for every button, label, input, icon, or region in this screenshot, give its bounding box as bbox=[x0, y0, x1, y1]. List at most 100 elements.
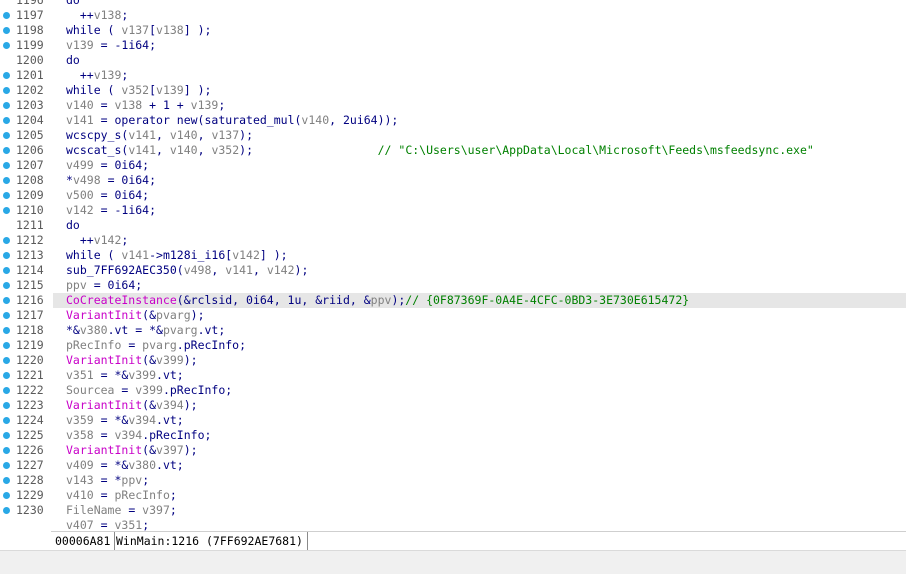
code-text[interactable]: , 2ui64)); bbox=[329, 113, 398, 127]
code-line[interactable]: do bbox=[53, 0, 906, 8]
code-text[interactable]: ; bbox=[142, 518, 149, 531]
code-text[interactable]: ); bbox=[184, 398, 198, 412]
code-variable[interactable]: v359 bbox=[66, 413, 94, 427]
line-gutter[interactable]: 1220 bbox=[0, 353, 50, 368]
line-gutter[interactable]: 1224 bbox=[0, 413, 50, 428]
code-text[interactable]: .pRecInfo; bbox=[142, 428, 211, 442]
line-gutter[interactable]: 1213 bbox=[0, 248, 50, 263]
breakpoint-dot-icon[interactable] bbox=[3, 252, 10, 259]
breakpoint-dot-icon[interactable] bbox=[3, 117, 10, 124]
line-gutter[interactable]: 1225 bbox=[0, 428, 50, 443]
code-text[interactable]: ); bbox=[295, 263, 309, 277]
code-text[interactable]: = bbox=[94, 98, 115, 112]
breakpoint-dot-icon[interactable] bbox=[3, 477, 10, 484]
code-function[interactable]: VariantInit bbox=[66, 308, 142, 322]
breakpoint-dot-icon[interactable] bbox=[3, 27, 10, 34]
code-text[interactable]: ] ); bbox=[260, 248, 288, 262]
code-variable[interactable]: v351 bbox=[114, 518, 142, 531]
code-text[interactable]: ++ bbox=[66, 68, 94, 82]
code-text[interactable]: = bbox=[94, 488, 115, 502]
code-text[interactable]: = 0i64; bbox=[101, 173, 156, 187]
code-line[interactable]: while ( v352[v139] ); bbox=[53, 83, 906, 98]
code-text[interactable]: = *& bbox=[94, 458, 129, 472]
breakpoint-dot-icon[interactable] bbox=[3, 72, 10, 79]
breakpoint-dot-icon[interactable] bbox=[3, 507, 10, 514]
code-text[interactable]: do bbox=[66, 0, 80, 7]
breakpoint-dot-icon[interactable] bbox=[3, 87, 10, 94]
breakpoint-dot-icon[interactable] bbox=[3, 312, 10, 319]
code-line-current[interactable]: CoCreateInstance(&rclsid, 0i64, 1u, &rii… bbox=[53, 293, 906, 308]
code-text[interactable]: while ( bbox=[66, 23, 121, 37]
code-text[interactable]: = 0i64; bbox=[87, 278, 142, 292]
code-text[interactable]: , bbox=[198, 128, 212, 142]
code-text[interactable]: ; bbox=[170, 488, 177, 502]
code-variable[interactable]: v140 bbox=[301, 113, 329, 127]
code-text[interactable]: wcscat_s( bbox=[66, 143, 128, 157]
code-line[interactable]: v351 = *&v399.vt; bbox=[53, 368, 906, 383]
code-variable[interactable]: v140 bbox=[170, 143, 198, 157]
code-variable[interactable]: v142 bbox=[66, 203, 94, 217]
code-text[interactable]: ); bbox=[239, 128, 253, 142]
code-variable[interactable]: ppv bbox=[121, 473, 142, 487]
breakpoint-dot-icon[interactable] bbox=[3, 492, 10, 499]
line-gutter[interactable]: 1221 bbox=[0, 368, 50, 383]
code-text[interactable]: [ bbox=[149, 23, 156, 37]
code-text[interactable]: ] ); bbox=[184, 83, 212, 97]
code-text[interactable]: .vt; bbox=[156, 368, 184, 382]
line-gutter[interactable]: 1199 bbox=[0, 38, 50, 53]
line-gutter[interactable]: 1206 bbox=[0, 143, 50, 158]
code-text[interactable]: ; bbox=[121, 233, 128, 247]
code-variable[interactable]: v141 bbox=[128, 128, 156, 142]
line-gutter[interactable]: 1214 bbox=[0, 263, 50, 278]
line-gutter[interactable]: 1197 bbox=[0, 8, 50, 23]
code-text[interactable]: = 0i64; bbox=[94, 158, 149, 172]
code-variable[interactable]: v351 bbox=[66, 368, 94, 382]
breakpoint-dot-icon[interactable] bbox=[3, 372, 10, 379]
code-line[interactable]: v141 = operator new(saturated_mul(v140, … bbox=[53, 113, 906, 128]
code-text[interactable]: do bbox=[66, 218, 80, 232]
code-line[interactable]: do bbox=[53, 53, 906, 68]
code-text[interactable]: ] ); bbox=[184, 23, 212, 37]
code-variable[interactable]: v138 bbox=[94, 8, 122, 22]
line-gutter[interactable]: 1218 bbox=[0, 323, 50, 338]
code-text[interactable]: = * bbox=[94, 473, 122, 487]
code-variable[interactable]: pvarg bbox=[163, 323, 198, 337]
code-variable[interactable]: pRecInfo bbox=[114, 488, 169, 502]
code-text[interactable]: ++ bbox=[66, 8, 94, 22]
breakpoint-dot-icon[interactable] bbox=[3, 162, 10, 169]
code-variable[interactable]: v142 bbox=[232, 248, 260, 262]
line-gutter[interactable]: 1227 bbox=[0, 458, 50, 473]
code-text[interactable]: = 0i64; bbox=[94, 188, 149, 202]
pseudocode-editor[interactable]: 1196 do 1197 ++v138; 1198 while ( v137[v138]… bbox=[0, 0, 906, 531]
code-text[interactable]: *& bbox=[66, 323, 80, 337]
code-variable[interactable]: v500 bbox=[66, 188, 94, 202]
code-line[interactable]: v409 = *&v380.vt; bbox=[53, 458, 906, 473]
code-variable[interactable]: v498 bbox=[184, 263, 212, 277]
line-gutter[interactable]: 1204 bbox=[0, 113, 50, 128]
line-gutter[interactable]: 1211 bbox=[0, 218, 50, 233]
code-text[interactable]: ->m128i_i16[ bbox=[149, 248, 232, 262]
code-line[interactable]: VariantInit(&v394); bbox=[53, 398, 906, 413]
code-function[interactable]: VariantInit bbox=[66, 353, 142, 367]
breakpoint-dot-icon[interactable] bbox=[3, 132, 10, 139]
line-gutter[interactable]: 1205 bbox=[0, 128, 50, 143]
code-variable[interactable]: v141 bbox=[128, 143, 156, 157]
line-gutter[interactable]: 1208 bbox=[0, 173, 50, 188]
code-text[interactable]: , bbox=[198, 143, 212, 157]
code-text[interactable]: while ( bbox=[66, 248, 121, 262]
line-gutter[interactable]: 1216 bbox=[0, 293, 50, 308]
code-text[interactable]: = bbox=[121, 338, 142, 352]
code-variable[interactable]: ppv bbox=[66, 278, 87, 292]
code-variable[interactable]: v410 bbox=[66, 488, 94, 502]
code-variable[interactable]: v140 bbox=[66, 98, 94, 112]
code-variable[interactable]: v380 bbox=[80, 323, 108, 337]
code-variable[interactable]: v394 bbox=[156, 398, 184, 412]
code-variable[interactable]: v137 bbox=[121, 23, 149, 37]
code-variable[interactable]: v397 bbox=[156, 443, 184, 457]
code-function[interactable]: VariantInit bbox=[66, 443, 142, 457]
code-variable[interactable]: v407 bbox=[66, 518, 94, 531]
code-text[interactable]: ; bbox=[121, 68, 128, 82]
code-function[interactable]: CoCreateInstance bbox=[66, 293, 177, 307]
code-line[interactable]: v139 = -1i64; bbox=[53, 38, 906, 53]
line-gutter[interactable]: 1219 bbox=[0, 338, 50, 353]
